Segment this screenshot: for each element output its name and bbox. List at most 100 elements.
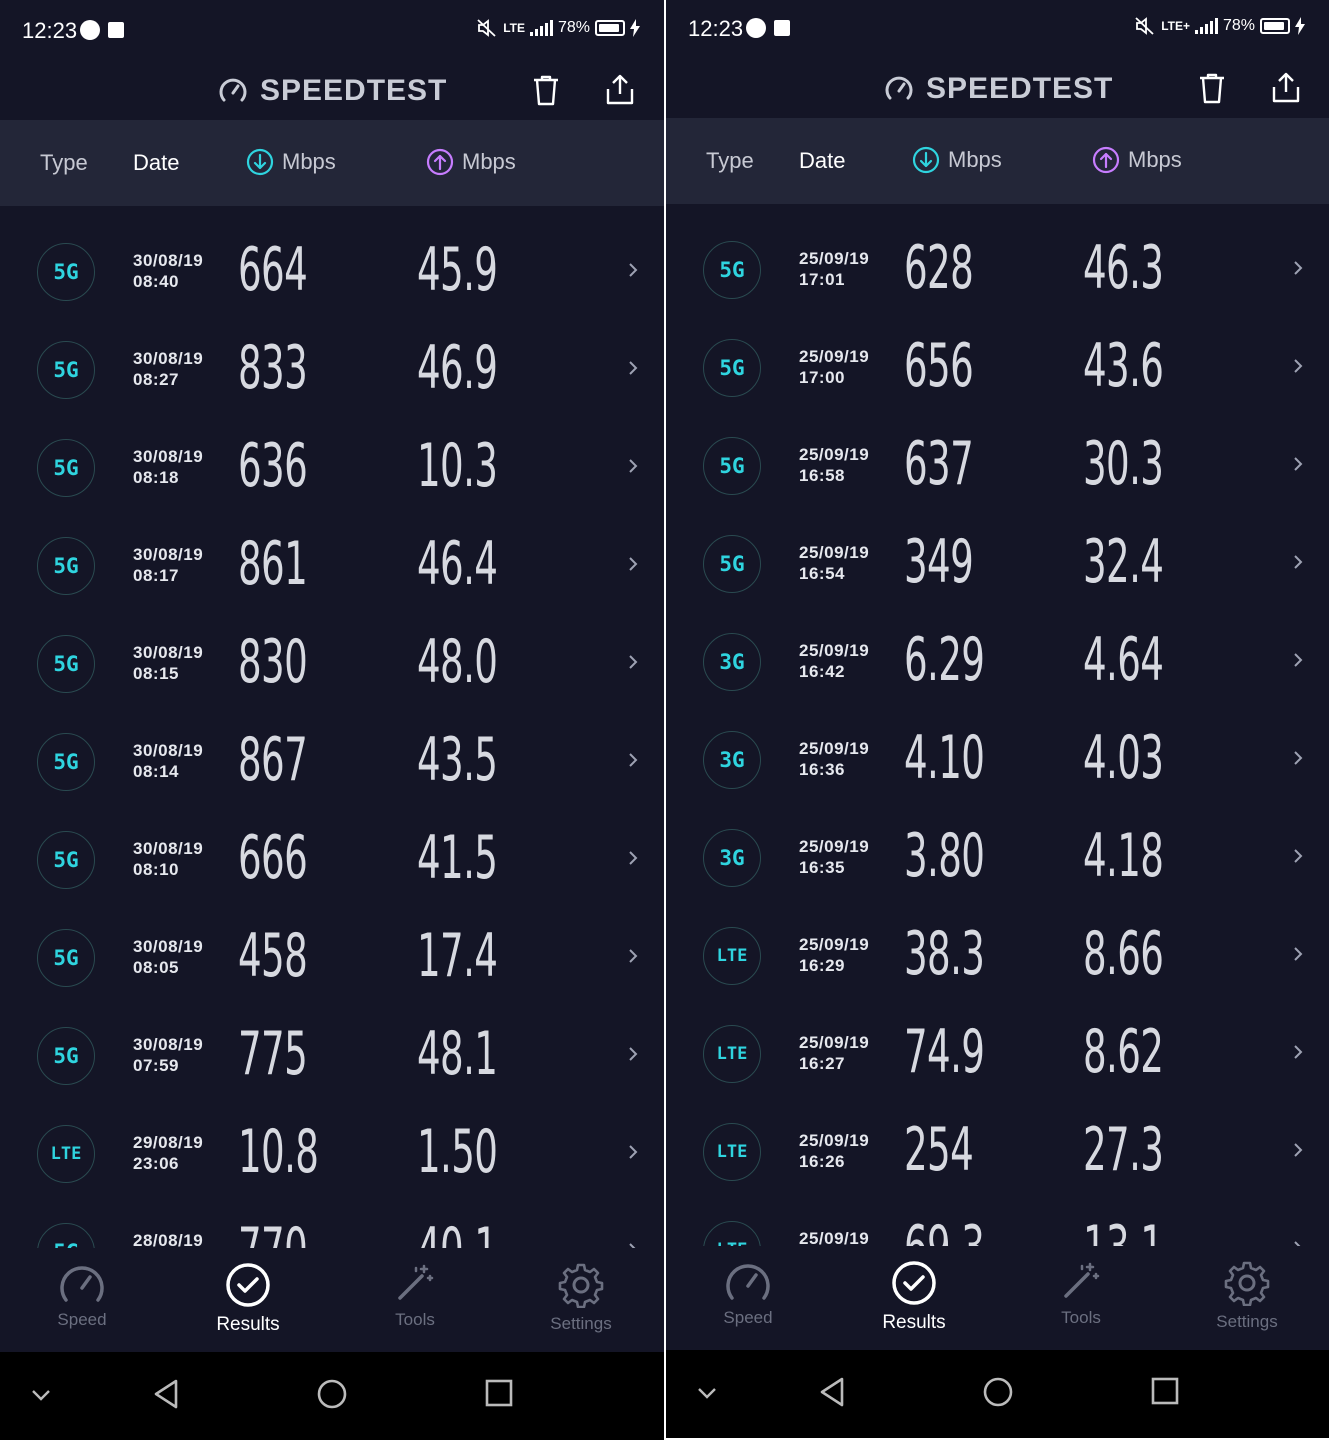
result-time: 16:36 (799, 760, 845, 779)
result-row[interactable]: 5G 30/08/19 08:10 666 41.5 (0, 802, 664, 900)
chevron-down-icon[interactable] (696, 1386, 718, 1400)
result-row[interactable]: LTE 29/08/19 23:06 10.8 1.50 (0, 1096, 664, 1194)
nav-speed[interactable]: Speed (17, 1262, 147, 1330)
download-column-header[interactable]: Mbps (912, 146, 1002, 174)
result-row[interactable]: 5G 25/09/19 17:00 656 43.6 (666, 310, 1329, 408)
chevron-right-icon (629, 557, 638, 571)
nav-results[interactable]: Results (183, 1262, 313, 1336)
result-datetime: 30/08/19 08:15 (133, 642, 203, 684)
result-time: 08:10 (133, 860, 179, 879)
delete-button[interactable] (526, 70, 566, 110)
result-row[interactable]: 3G 25/09/19 16:36 4.10 4.03 (666, 702, 1329, 800)
upload-speed: 48.1 (417, 1019, 498, 1089)
result-date: 30/08/19 (133, 643, 204, 662)
download-speed: 664 (238, 235, 308, 305)
download-speed: 38.3 (904, 919, 985, 989)
share-icon (1272, 72, 1300, 103)
network-type-badge: LTE (703, 1221, 761, 1246)
network-type-badge: 5G (37, 439, 95, 497)
results-list[interactable]: 5G 25/09/19 17:01 628 46.3 5G 25/09/19 17:00 656… (666, 204, 1329, 1246)
result-row[interactable]: LTE 25/09/19 16:26 254 27.3 (666, 1094, 1329, 1192)
home-icon[interactable] (316, 1378, 348, 1410)
nav-results[interactable]: Results (849, 1260, 979, 1334)
chevron-right-icon (629, 1047, 638, 1061)
result-datetime: 25/09/19 16:54 (799, 542, 869, 584)
nav-settings[interactable]: Settings (516, 1262, 646, 1334)
nav-speed[interactable]: Speed (683, 1260, 813, 1328)
network-type-badge: 3G (703, 829, 761, 887)
result-row[interactable]: 5G 30/08/19 08:18 636 10.3 (0, 410, 664, 508)
nav-tools[interactable]: Tools (350, 1262, 480, 1330)
recents-icon[interactable] (484, 1378, 514, 1408)
result-time: 16:27 (799, 1054, 845, 1073)
result-date: 30/08/19 (133, 349, 204, 368)
upload-speed: 27.3 (1083, 1115, 1164, 1185)
result-time: 16:58 (799, 466, 845, 485)
network-type-badge: LTE (703, 1025, 761, 1083)
result-row[interactable]: LTE 25/09/1916:25 69.3 13.1 (666, 1192, 1329, 1246)
home-icon[interactable] (982, 1376, 1014, 1408)
back-icon[interactable] (818, 1376, 846, 1408)
share-button[interactable] (600, 70, 640, 110)
result-row[interactable]: 3G 25/09/19 16:42 6.29 4.64 (666, 604, 1329, 702)
chevron-right-icon (1294, 261, 1303, 275)
result-date: 30/08/19 (133, 447, 204, 466)
download-speed: 861 (238, 529, 308, 599)
speedtest-logo: SPEEDTEST (884, 72, 1113, 106)
network-type-badge: 5G (37, 929, 95, 987)
result-row[interactable]: 5G 30/08/19 07:59 775 48.1 (0, 998, 664, 1096)
result-date: 25/09/19 (799, 543, 870, 562)
recents-icon[interactable] (1150, 1376, 1180, 1406)
charging-icon (630, 19, 640, 37)
network-type-badge: 5G (703, 437, 761, 495)
date-column-header[interactable]: Date (799, 148, 845, 174)
result-row[interactable]: 5G 30/08/19 08:05 458 17.4 (0, 900, 664, 998)
date-column-header[interactable]: Date (133, 150, 179, 176)
nav-tools[interactable]: Tools (1016, 1260, 1146, 1328)
magic-wand-icon (398, 1264, 434, 1300)
app-title: SPEEDTEST (926, 72, 1114, 105)
network-type-badge: 5G (703, 339, 761, 397)
chevron-right-icon (629, 949, 638, 963)
upload-column-header[interactable]: Mbps (426, 148, 516, 176)
result-row[interactable]: 5G 28/08/19 770 40.1 (0, 1194, 664, 1248)
type-column-header[interactable]: Type (706, 148, 754, 174)
network-type-badge: 5G (703, 241, 761, 299)
download-speed: 4.10 (904, 723, 985, 793)
result-row[interactable]: 5G 30/08/19 08:15 830 48.0 (0, 606, 664, 704)
signal-icon (1194, 18, 1218, 34)
result-row[interactable]: 3G 25/09/19 16:35 3.80 4.18 (666, 800, 1329, 898)
result-row[interactable]: 5G 25/09/19 17:01 628 46.3 (666, 212, 1329, 310)
upload-speed: 4.18 (1083, 821, 1164, 891)
result-row[interactable]: 5G 25/09/19 16:58 637 30.3 (666, 408, 1329, 506)
result-row[interactable]: 5G 30/08/19 08:27 833 46.9 (0, 312, 664, 410)
chevron-down-icon[interactable] (30, 1388, 52, 1402)
result-datetime: 25/09/19 16:42 (799, 640, 869, 682)
upload-column-header[interactable]: Mbps (1092, 146, 1182, 174)
status-indicators: LTE 78% (476, 18, 640, 38)
download-speed: 775 (238, 1019, 308, 1089)
result-time: 16:42 (799, 662, 845, 681)
result-row[interactable]: LTE 25/09/19 16:27 74.9 8.62 (666, 996, 1329, 1094)
result-row[interactable]: 5G 30/08/19 08:17 861 46.4 (0, 508, 664, 606)
network-type-badge: LTE (703, 927, 761, 985)
result-time: 08:40 (133, 272, 179, 291)
type-column-header[interactable]: Type (40, 150, 88, 176)
results-list[interactable]: 5G 30/08/19 08:40 664 45.9 5G 30/08/19 08:27 833… (0, 206, 664, 1248)
result-row[interactable]: 5G 30/08/19 08:40 664 45.9 (0, 214, 664, 312)
back-icon[interactable] (152, 1378, 180, 1410)
result-date: 25/09/19 (799, 249, 870, 268)
download-column-header[interactable]: Mbps (246, 148, 336, 176)
nav-settings[interactable]: Settings (1182, 1260, 1312, 1332)
chevron-right-icon (629, 263, 638, 277)
result-row[interactable]: 5G 30/08/19 08:14 867 43.5 (0, 704, 664, 802)
check-circle-icon (226, 1263, 270, 1307)
upload-speed: 46.3 (1083, 233, 1164, 303)
delete-button[interactable] (1192, 68, 1232, 108)
result-row[interactable]: 5G 25/09/19 16:54 349 32.4 (666, 506, 1329, 604)
chevron-right-icon (1294, 1143, 1303, 1157)
result-row[interactable]: LTE 25/09/19 16:29 38.3 8.66 (666, 898, 1329, 996)
upload-speed: 40.1 (417, 1220, 498, 1248)
upload-arrow-icon (426, 148, 454, 176)
share-button[interactable] (1266, 68, 1306, 108)
